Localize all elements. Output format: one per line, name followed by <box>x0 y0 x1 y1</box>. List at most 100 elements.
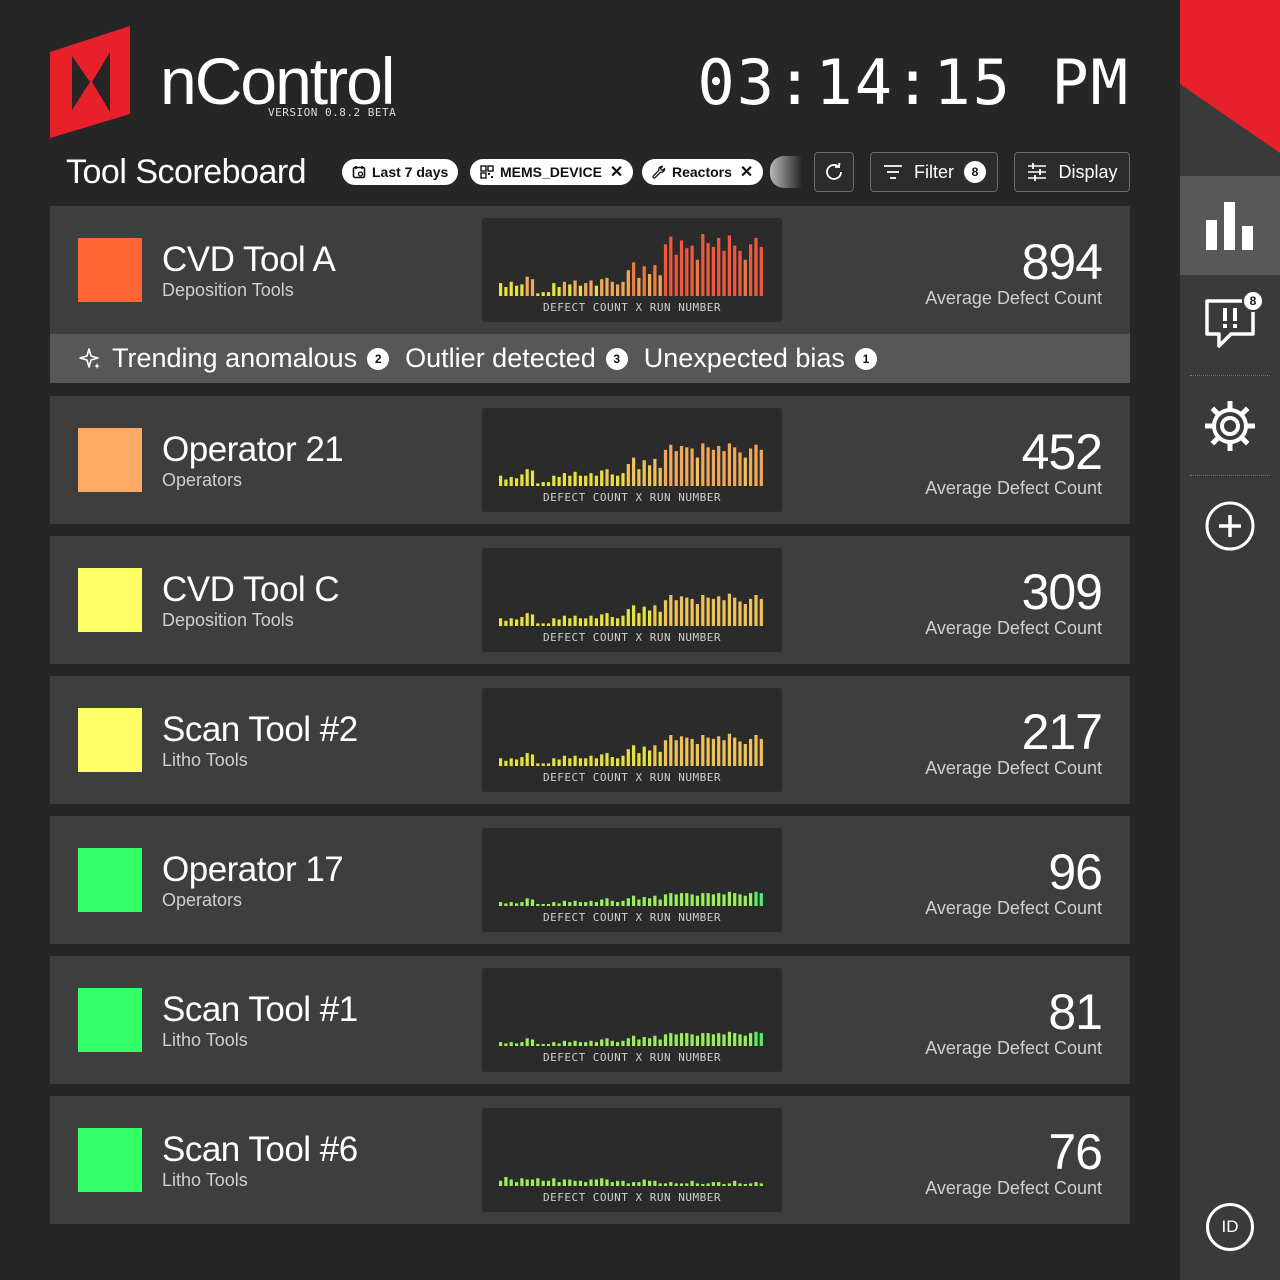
scoreboard-row[interactable]: Scan Tool #2 Litho Tools DEFECT COUNT X … <box>50 676 1130 804</box>
defect-bar <box>509 281 513 296</box>
anomaly-trending[interactable]: Trending anomalous 2 <box>78 343 390 374</box>
defect-bar <box>621 473 625 486</box>
defect-bar <box>509 902 513 906</box>
row-name: Operator 21 <box>162 430 344 469</box>
remove-chip-icon[interactable]: ✕ <box>610 162 623 182</box>
defect-bar <box>759 893 763 906</box>
defect-bar <box>759 598 763 626</box>
defect-bar <box>610 900 614 906</box>
reactors-chip[interactable]: Reactors ✕ <box>642 159 764 185</box>
defect-bar <box>669 236 673 296</box>
defect-bar <box>706 243 710 296</box>
defect-bar <box>546 482 551 486</box>
defect-bar <box>573 1180 577 1186</box>
status-swatch <box>78 238 142 302</box>
defect-bar <box>706 737 710 766</box>
defect-bar <box>743 457 747 486</box>
defect-bar <box>525 613 529 626</box>
defect-bar <box>754 1031 758 1046</box>
defect-bar <box>679 736 684 766</box>
rail-item-settings[interactable] <box>1180 398 1280 454</box>
defect-bar <box>701 595 705 626</box>
defect-bar <box>669 893 673 906</box>
defect-bar <box>749 738 753 766</box>
defect-bar <box>504 620 508 626</box>
scoreboard-row[interactable]: Scan Tool #1 Litho Tools DEFECT COUNT X … <box>50 956 1130 1084</box>
defect-bar <box>738 741 742 766</box>
wrench-icon <box>652 165 666 179</box>
version-label: VERSION 0.8.2 BETA <box>268 106 397 119</box>
defect-bar <box>530 279 535 296</box>
defect-bar <box>541 763 545 766</box>
defect-bar <box>754 595 758 626</box>
defect-bar <box>499 1042 503 1046</box>
defect-bar <box>653 895 657 906</box>
defect-bar <box>653 1035 657 1046</box>
defect-bar <box>632 1035 636 1046</box>
defect-bar <box>690 1180 694 1186</box>
date-range-chip[interactable]: Last 7 days <box>342 159 459 185</box>
rail-item-alerts[interactable] <box>1180 298 1280 350</box>
defect-bar <box>685 893 689 906</box>
device-chip[interactable]: MEMS_DEVICE ✕ <box>470 159 634 185</box>
defect-bar <box>594 285 598 296</box>
filter-button[interactable]: Filter 8 <box>870 152 998 192</box>
scoreboard-row[interactable]: CVD Tool C Deposition Tools DEFECT COUNT… <box>50 536 1130 664</box>
defect-bar <box>706 447 710 487</box>
defect-bar <box>711 1182 715 1186</box>
defect-bar <box>573 615 577 626</box>
defect-bar <box>589 900 593 906</box>
defect-bar <box>562 615 566 626</box>
average-defect-value: 217 <box>1021 704 1103 760</box>
defect-bar <box>552 758 556 767</box>
defect-bar <box>663 244 668 296</box>
defect-bar <box>717 1182 721 1186</box>
defect-bar <box>706 597 710 626</box>
user-avatar-button[interactable]: ID <box>1206 1203 1254 1251</box>
right-rail: 8 ID <box>1180 0 1280 1280</box>
anomaly-outlier[interactable]: Outlier detected 3 <box>405 343 628 374</box>
display-button[interactable]: Display <box>1014 152 1130 192</box>
defect-bar <box>578 902 582 906</box>
defect-bar <box>530 1039 535 1046</box>
defect-bar <box>749 244 753 296</box>
defect-bar <box>530 614 535 626</box>
defect-bar <box>578 758 582 767</box>
defect-bar <box>610 1040 614 1046</box>
scoreboard-row[interactable]: CVD Tool A Deposition Tools DEFECT COUNT… <box>50 206 1130 334</box>
defect-bar <box>515 285 519 296</box>
defect-bar <box>642 1179 646 1186</box>
add-circle-icon <box>1205 501 1255 551</box>
defect-bar <box>589 473 593 486</box>
defect-bar <box>743 604 747 626</box>
defect-bar <box>520 1178 524 1187</box>
rail-item-add[interactable] <box>1180 500 1280 552</box>
defect-bar <box>648 465 652 486</box>
defect-bar <box>578 1042 582 1046</box>
remove-chip-icon[interactable]: ✕ <box>740 162 753 182</box>
rail-item-charts[interactable] <box>1180 176 1280 275</box>
defect-bar <box>743 1035 747 1046</box>
scoreboard-row[interactable]: Operator 17 Operators DEFECT COUNT X RUN… <box>50 816 1130 944</box>
defect-bar <box>562 281 566 296</box>
defect-bar <box>616 618 620 627</box>
defect-bar <box>584 758 588 767</box>
defect-sparkline: DEFECT COUNT X RUN NUMBER <box>482 688 782 792</box>
status-swatch <box>78 1128 142 1192</box>
scoreboard-row[interactable]: Scan Tool #6 Litho Tools DEFECT COUNT X … <box>50 1096 1130 1224</box>
scoreboard-row[interactable]: Operator 21 Operators DEFECT COUNT X RUN… <box>50 396 1130 524</box>
row-name: Operator 17 <box>162 850 344 889</box>
defect-bar <box>717 1033 721 1046</box>
brand-corner <box>1180 0 1280 153</box>
defect-bar <box>541 1044 545 1046</box>
defect-bar <box>573 471 577 486</box>
defect-bar <box>663 449 668 486</box>
refresh-icon <box>826 162 842 180</box>
rail-divider <box>1190 375 1270 376</box>
anomaly-count-badge: 2 <box>367 347 390 370</box>
refresh-button[interactable] <box>814 152 854 192</box>
defect-bar <box>616 475 620 486</box>
defect-bar <box>504 287 508 296</box>
defect-bar <box>509 758 513 767</box>
anomaly-bias[interactable]: Unexpected bias 1 <box>644 343 877 374</box>
